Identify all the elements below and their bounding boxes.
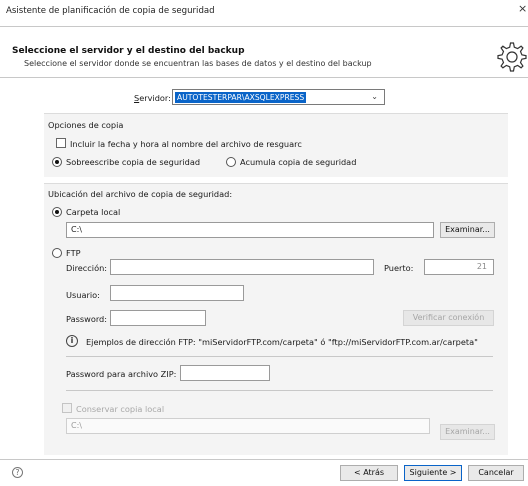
server-label: Servidor:	[134, 93, 171, 103]
copy-options-heading: Opciones de copia	[48, 120, 124, 130]
accumulate-label[interactable]: Acumula copia de seguridad	[240, 157, 356, 167]
verify-connection-button[interactable]: Verificar conexión	[403, 310, 494, 326]
browse-button[interactable]: Examinar...	[440, 222, 495, 238]
page-subtitle: Seleccione el servidor donde se encuentr…	[24, 59, 372, 68]
ftp-radio[interactable]	[52, 248, 62, 258]
local-folder-radio[interactable]	[52, 207, 62, 217]
header-divider	[0, 77, 528, 78]
keep-local-checkbox[interactable]	[62, 403, 72, 413]
accumulate-radio[interactable]	[226, 157, 236, 167]
keep-local-label[interactable]: Conservar copia local	[76, 404, 164, 414]
keep-local-path-input[interactable]: C:\	[66, 418, 430, 434]
help-icon[interactable]: ?	[12, 467, 23, 478]
cancel-button[interactable]: Cancelar	[468, 465, 524, 481]
overwrite-label[interactable]: Sobreescribe copia de seguridad	[66, 157, 200, 167]
chevron-down-icon: ⌄	[371, 92, 378, 101]
local-path-input[interactable]: C:\	[66, 222, 434, 238]
zip-password-label: Password para archivo ZIP:	[66, 369, 177, 379]
ftp-port-label: Puerto:	[384, 263, 414, 273]
back-button[interactable]: < Atrás	[340, 465, 398, 481]
ftp-user-label: Usuario:	[66, 290, 100, 300]
ftp-user-input[interactable]	[110, 285, 244, 301]
next-button[interactable]: Siguiente >	[404, 465, 462, 481]
ftp-address-label: Dirección:	[66, 263, 108, 273]
ftp-password-label: Password:	[66, 314, 108, 324]
info-icon: i	[66, 335, 78, 347]
footer-divider	[0, 459, 528, 460]
overwrite-radio[interactable]	[52, 157, 62, 167]
page-title: Seleccione el servidor y el destino del …	[12, 46, 245, 56]
ftp-port-input[interactable]: 21	[424, 259, 494, 275]
ftp-divider-1	[66, 356, 493, 357]
server-select-value: AUTOTESTERPAR\AXSQLEXPRESS	[175, 92, 307, 103]
ftp-examples-text: Ejemplos de dirección FTP: "miServidorFT…	[86, 337, 478, 347]
ftp-address-input[interactable]	[110, 259, 374, 275]
include-date-label[interactable]: Incluir la fecha y hora al nombre del ar…	[70, 139, 302, 149]
server-label-text: ervidor:	[139, 93, 171, 103]
ftp-label[interactable]: FTP	[66, 248, 81, 258]
title-divider	[0, 26, 528, 27]
local-folder-label[interactable]: Carpeta local	[66, 207, 120, 217]
zip-password-input[interactable]	[180, 365, 270, 381]
gear-icon	[497, 42, 527, 72]
include-date-checkbox[interactable]	[56, 138, 66, 148]
window-title: Asistente de planificación de copia de s…	[6, 6, 215, 16]
close-icon[interactable]: ×	[518, 3, 527, 15]
location-heading: Ubicación del archivo de copia de seguri…	[48, 189, 233, 199]
keep-local-browse-button[interactable]: Examinar...	[440, 424, 495, 440]
ftp-divider-2	[66, 390, 493, 391]
ftp-password-input[interactable]	[110, 310, 206, 326]
server-select[interactable]: AUTOTESTERPAR\AXSQLEXPRESS ⌄	[172, 89, 385, 105]
